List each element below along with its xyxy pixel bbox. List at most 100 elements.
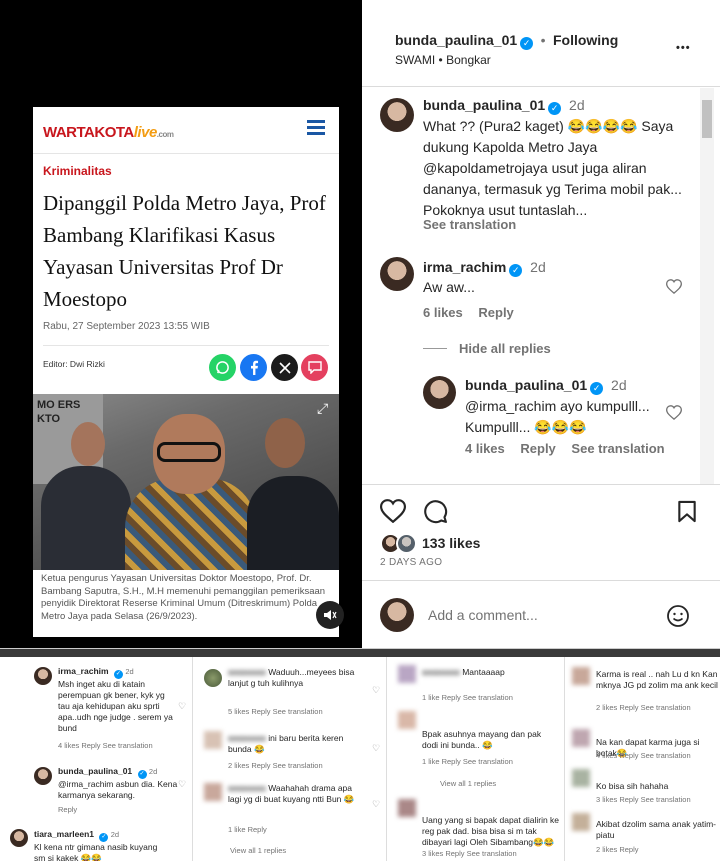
verified-icon: ✓: [548, 102, 562, 115]
comment-item: bunda_paulina_01 ✓ 2d: [423, 97, 585, 115]
comment-meta: 2 likes Reply See translation: [596, 703, 691, 712]
liker-avatar: [396, 533, 417, 554]
collage-top-bar: [0, 649, 720, 657]
comment-meta: 1 like Reply See translation: [422, 693, 513, 702]
comment-meta: 1 like Reply See translation: [422, 757, 513, 766]
like-heart-icon[interactable]: [379, 499, 407, 528]
comment-item: Bpak asuhnya mayang dan pak dodi ini bun…: [422, 729, 542, 750]
avatar: [204, 731, 222, 749]
comment-meta: 2 likes Reply See translation: [228, 761, 323, 770]
comment-item: xxxxxxxx ini baru berita keren bunda 😂: [228, 733, 344, 754]
comment-username[interactable]: irma_rachim: [423, 259, 506, 275]
heart-icon: ♡: [372, 799, 381, 809]
comment-meta: 4 likes Reply See translation: [58, 741, 153, 750]
avatar: [572, 729, 590, 747]
post-audio[interactable]: SWAMI • Bongkar: [395, 53, 491, 67]
avatar: [398, 665, 416, 683]
comment-item: Karma is real .. nah Lu d kn Kan mknya J…: [596, 669, 718, 690]
article-category: Kriminalitas: [43, 164, 112, 178]
avatar: [204, 669, 222, 687]
comment-item: tiara_marleen1 ✓ 2d Kl kena ntr gimana na…: [34, 829, 158, 861]
comment-meta: 3 likes Reply See translation: [596, 795, 691, 804]
comment-item: xxxxxxxx Waduuh...meyees bisa lanjut g t…: [228, 667, 355, 688]
divider: [362, 484, 720, 485]
verified-icon: ✓: [137, 770, 147, 779]
comment-meta: 6 likes Reply: [423, 305, 514, 320]
mute-audio-icon[interactable]: [316, 601, 344, 629]
comment-item: Ko bisa sih hahaha: [596, 781, 669, 791]
hide-replies-button[interactable]: Hide all replies: [459, 341, 551, 356]
whatsapp-share-icon: [209, 354, 236, 381]
save-bookmark-icon[interactable]: [677, 500, 697, 528]
comment-screenshots-collage: irma_rachim ✓ 2d Msh inget aku di katain …: [0, 648, 720, 861]
verified-icon: ✓: [590, 382, 604, 395]
facebook-share-icon: [240, 354, 267, 381]
reply-button[interactable]: Reply: [478, 305, 513, 320]
reply-button[interactable]: Reply: [520, 441, 555, 456]
likes-count[interactable]: 133 likes: [422, 535, 480, 551]
comment-item: irma_rachim ✓ 2d Msh inget aku di katain …: [58, 666, 173, 733]
comment-item: bunda_paulina_01 ✓ 2d: [465, 377, 627, 395]
avatar: [572, 769, 590, 787]
divider: [33, 153, 339, 154]
x-share-icon: [271, 354, 298, 381]
comment-item: Uang yang si bapak dapat dialirin ke reg…: [422, 815, 560, 847]
comment-meta: 3 likes Reply See translation: [422, 849, 517, 858]
comment-meta: Reply: [58, 805, 78, 814]
comment-meta: 2 likes Reply: [596, 845, 639, 854]
article-photo: MO ERS KTO ⤢: [33, 394, 339, 570]
comment-input[interactable]: Add a comment...: [428, 607, 538, 623]
article-headline: Dipanggil Polda Metro Jaya, Prof Bambang…: [43, 191, 326, 311]
comment-username[interactable]: bunda_paulina_01: [423, 97, 545, 113]
avatar: [398, 711, 416, 729]
avatar: [10, 829, 28, 847]
verified-icon: ✓: [520, 37, 534, 50]
divider: [362, 580, 720, 581]
comments-scrollbar[interactable]: [700, 88, 714, 484]
avatar: [380, 598, 414, 632]
avatar: [34, 667, 52, 685]
avatar: [204, 783, 222, 801]
comment-item: bunda_paulina_01 ✓ 2d @irma_rachim asbun …: [58, 766, 178, 800]
post-author[interactable]: bunda_paulina_01: [395, 32, 517, 48]
comment-share-icon: [301, 354, 328, 381]
avatar: [572, 813, 590, 831]
divider: [423, 348, 447, 349]
avatar[interactable]: [380, 257, 414, 291]
see-translation-link[interactable]: See translation: [423, 217, 516, 232]
comment-likes[interactable]: 4 likes: [465, 441, 505, 456]
photo-caption: Ketua pengurus Yayasan Universitas Dokto…: [41, 573, 326, 622]
following-button[interactable]: Following: [553, 32, 618, 48]
like-comment-heart-icon[interactable]: [665, 279, 683, 299]
comment-text: What ?? (Pura2 kaget) 😂😂😂😂 Saya dukung K…: [423, 118, 682, 218]
comment-likes[interactable]: 6 likes: [423, 305, 463, 320]
verified-icon: ✓: [99, 833, 109, 842]
avatar[interactable]: [380, 98, 414, 132]
post-media-pane: WARTAKOTAlive.com Kriminalitas Dipanggil…: [0, 0, 362, 648]
scrollbar-thumb[interactable]: [702, 100, 712, 138]
more-options-icon[interactable]: •••: [676, 42, 691, 54]
comment-meta: 4 likes Reply See translation: [465, 441, 665, 456]
emoji-icon[interactable]: [666, 604, 690, 633]
comment-item: irma_rachim ✓ 2d: [423, 259, 546, 277]
comment-item: Akibat dzolim sama anak yatim-piatu: [596, 819, 716, 840]
see-translation-link[interactable]: See translation: [571, 441, 664, 456]
comment-meta: 4 likes Reply See translation: [596, 751, 691, 760]
verified-icon: ✓: [113, 670, 123, 679]
avatar[interactable]: [423, 376, 456, 409]
heart-icon: ♡: [372, 685, 381, 695]
comment-bubble-icon[interactable]: [423, 499, 448, 529]
wartakota-logo: WARTAKOTAlive.com: [43, 124, 174, 141]
person-right-head: [265, 418, 305, 468]
view-replies-link: View all 1 replies: [440, 779, 497, 788]
heart-icon: ♡: [372, 743, 381, 753]
person-left: [41, 466, 131, 570]
article-screenshot: WARTAKOTAlive.com Kriminalitas Dipanggil…: [33, 107, 339, 637]
view-replies-link: View all 1 replies: [230, 846, 287, 855]
article-editor: Editor: Dwi Rizki: [43, 359, 105, 369]
avatar: [34, 767, 52, 785]
divider: [43, 345, 329, 346]
post-header: bunda_paulina_01 ✓ • Following: [395, 32, 619, 50]
like-comment-heart-icon[interactable]: [665, 405, 683, 425]
comment-username[interactable]: bunda_paulina_01: [465, 377, 587, 393]
